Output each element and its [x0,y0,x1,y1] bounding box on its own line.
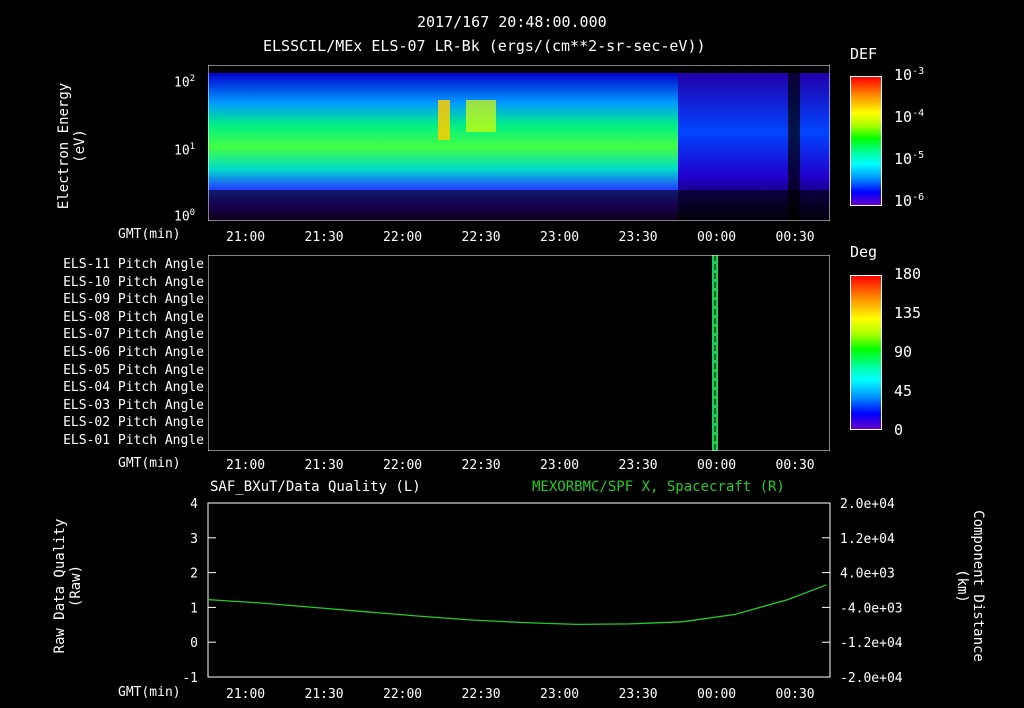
pitch-label-els-06: ELS-06 Pitch Angle [63,345,204,360]
right-ytick-4: -1.2e+04 [840,636,903,651]
pitch-label-els-02: ELS-02 Pitch Angle [63,415,204,431]
xtick-7: 00:30 [775,230,815,245]
panel1-cbtick-1: 10-4 [894,108,925,126]
pitch-label-els-11: ELS-11 Pitch Angle [63,257,204,272]
pitch-label-els-04: ELS-04 Pitch Angle [63,380,204,396]
pitch-label-els-08: ELS-08 Pitch Angle [63,309,204,325]
spectrogram-dark-low [208,190,830,221]
spectrogram-dark-gap [788,73,800,221]
xtick-0: 21:00 [226,230,266,245]
pitch-angle-plot [208,255,830,451]
xtick-0: 21:00 [226,687,266,702]
xtick-4: 23:00 [540,687,580,702]
panel3-xticks: 21:00 21:30 22:00 22:30 23:00 23:30 00:00 00:30 [0,687,1024,703]
panel2-colorbar [850,275,882,430]
right-ytick-0: 2.0e+04 [840,497,895,512]
right-ytick-5: -2.0e+04 [840,671,903,685]
pitch-label-els-07: ELS-07 Pitch Angle [63,327,204,343]
xtick-4: 23:00 [540,230,580,245]
xtick-5: 23:30 [618,230,658,245]
xtick-3: 22:30 [461,458,501,473]
panel2-colorbar-title: Deg [850,243,878,261]
panel2-xticks: 21:00 21:30 22:00 22:30 23:00 23:30 00:00 00:30 [0,458,1024,474]
xtick-2: 22:00 [383,458,423,473]
left-ytick-5: -1 [182,671,198,685]
line-plot: 4 3 2 1 0 -1 2.0e+04 1.2e+04 4.0e+03 -4.0e+03 -1.2… [182,497,903,685]
panel2-cbtick-1: 135 [894,304,922,322]
right-ytick-2: 4.0e+03 [840,567,895,582]
left-ytick-0: 4 [190,497,198,512]
panel1-title: ELSSCIL/MEx ELS-07 LR-Bk (ergs/(cm**2-sr… [263,37,706,55]
left-ytick-1: 3 [190,532,198,547]
xtick-2: 22:00 [383,687,423,702]
pitch-label-els-01: ELS-01 Pitch Angle [63,433,204,448]
xtick-4: 23:00 [540,458,580,473]
xtick-6: 00:00 [697,458,737,473]
xtick-1: 21:30 [304,687,344,702]
panel3-title-right: MEXORBMC/SPF X, Spacecraft (R) [532,479,785,495]
xtick-3: 22:30 [461,230,501,245]
panel1-cbtick-0: 10-3 [894,66,925,84]
left-ytick-4: 0 [190,636,198,651]
right-ytick-3: -4.0e+03 [840,601,903,616]
panel3-ylabel-right: Component Distance (km) [954,510,986,662]
xtick-6: 00:00 [697,687,737,702]
xtick-2: 22:00 [383,230,423,245]
panel1-ytick-0: 102 [174,74,196,91]
plot-datetime: 2017/167 20:48:00.000 [417,13,607,31]
xtick-7: 00:30 [775,687,815,702]
xtick-0: 21:00 [226,458,266,473]
spectrogram-plot [208,65,830,221]
left-ytick-2: 2 [190,567,198,582]
left-ytick-3: 1 [190,601,198,616]
xtick-3: 22:30 [461,687,501,702]
panel1-cbtick-3: 10-6 [894,192,925,210]
panel1-ytick-2: 100 [174,208,196,225]
panel3-ylabel-left: Raw Data Quality (Raw) [52,518,84,654]
series-spf-x-line [207,584,827,626]
panel1-cbtick-2: 10-5 [894,150,925,168]
xtick-6: 00:00 [697,230,737,245]
panel2-cbtick-2: 90 [894,343,913,361]
spectrogram-hot-1 [438,100,450,140]
panel2-cbtick-0: 180 [894,265,922,283]
pitch-label-els-03: ELS-03 Pitch Angle [63,397,204,413]
xtick-5: 23:30 [618,458,658,473]
panel2-cbtick-3: 45 [894,382,913,400]
panel1-colorbar-title: DEF [850,45,878,63]
xtick-1: 21:30 [304,230,344,245]
xtick-1: 21:30 [304,458,344,473]
panel1-ytick-1: 101 [174,142,196,159]
panel3-title-left: SAF_BXuT/Data Quality (L) [210,479,421,495]
pitch-label-els-10: ELS-10 Pitch Angle [63,274,204,290]
pitch-label-els-05: ELS-05 Pitch Angle [63,362,204,378]
panel1-ylabel: Electron Energy (eV) [56,82,88,210]
spectrogram-hot-2 [466,100,496,132]
panel1-colorbar [850,76,882,206]
line-plot-frame [207,502,831,678]
pitch-label-els-09: ELS-09 Pitch Angle [63,292,204,308]
xtick-7: 00:30 [775,458,815,473]
right-ytick-1: 1.2e+04 [840,532,895,547]
xtick-5: 23:30 [618,687,658,702]
panel2-cbtick-4: 0 [894,421,904,439]
